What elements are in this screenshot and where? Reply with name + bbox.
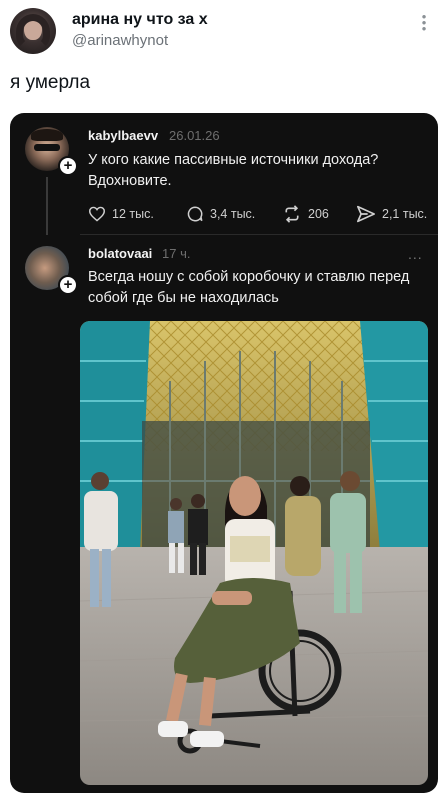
- share-count: 2,1 тыс.: [382, 207, 428, 221]
- follow-plus-icon: +: [58, 275, 78, 295]
- display-name[interactable]: арина ну что за х: [72, 11, 208, 29]
- post-time: 26.01.26: [169, 128, 220, 143]
- photo-illustration: [80, 321, 428, 785]
- more-horizontal-icon: ...: [408, 246, 423, 262]
- reply-author-name: bolatovaai: [88, 246, 153, 261]
- heart-icon: [88, 206, 106, 222]
- reply-text: Всегда ношу с собой коробочку и ставлю п…: [88, 269, 410, 306]
- post-author-name: kabylbaevv: [88, 128, 159, 143]
- share-action: 2,1 тыс.: [356, 203, 427, 225]
- profile-avatar[interactable]: [10, 8, 56, 54]
- like-action: 12 тыс.: [88, 203, 154, 225]
- reply-action: 3,4 тыс.: [186, 203, 255, 225]
- post-actions: 12 тыс. 3,4 тыс. 206 2,1 тыс.: [80, 203, 430, 225]
- post-divider: [80, 234, 438, 235]
- user-handle[interactable]: @arinawhynot: [72, 32, 168, 49]
- embedded-threads-screenshot: + kabylbaevv 26.01.26 У кого какие пасси…: [10, 113, 438, 793]
- send-icon: [357, 205, 375, 223]
- comment-icon: [187, 206, 203, 222]
- reply-count: 3,4 тыс.: [210, 207, 256, 221]
- follow-plus-icon: +: [58, 156, 78, 176]
- thread-connector-line: [46, 177, 48, 235]
- reply-time: 17 ч.: [162, 246, 191, 261]
- repost-icon: [285, 205, 299, 223]
- like-count: 12 тыс.: [112, 207, 154, 221]
- tweet-text: я умерла: [10, 72, 91, 93]
- repost-count: 206: [308, 207, 329, 221]
- reply-photo: [80, 321, 428, 785]
- more-vertical-icon[interactable]: • • •: [414, 10, 434, 36]
- post-text: У кого какие пассивные источники дохода?…: [88, 152, 379, 189]
- repost-action: 206: [282, 203, 329, 225]
